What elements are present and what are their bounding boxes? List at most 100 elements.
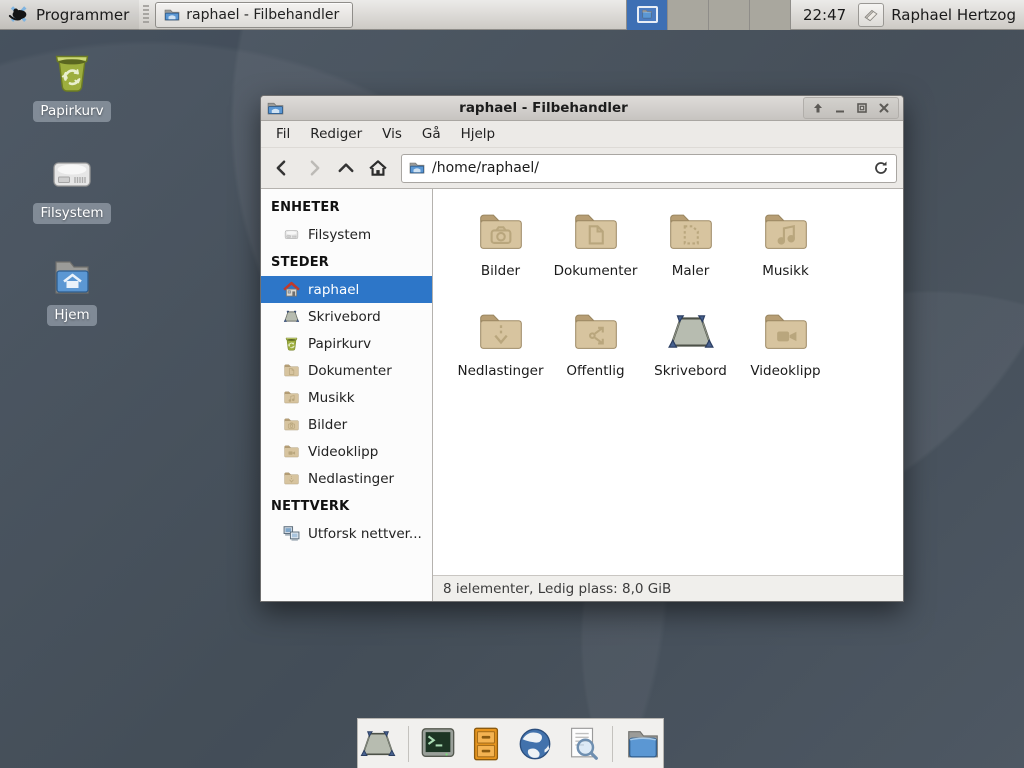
session-button-frame [858, 3, 884, 27]
sidebar-item-label: raphael [308, 282, 359, 298]
forward-button[interactable] [299, 153, 329, 183]
minimize-button[interactable] [830, 99, 850, 117]
file-manager-body: ENHETER Filsystem STEDER raphael Skrivebord P… [261, 188, 903, 601]
applications-menu-button[interactable]: Programmer [0, 0, 139, 30]
folder-templates-icon [666, 207, 716, 257]
reload-icon[interactable] [873, 160, 889, 176]
sidebar-item-nedlastinger[interactable]: Nedlastinger [261, 465, 432, 492]
sidebar-item-label: Musikk [308, 390, 355, 406]
maximize-button[interactable] [852, 99, 872, 117]
show-desktop-button[interactable] [358, 723, 399, 765]
sidebar-header: ENHETER [261, 193, 432, 221]
menu-hjelp[interactable]: Hjelp [452, 123, 505, 145]
workspace-2[interactable] [668, 0, 709, 30]
trash-icon [283, 335, 300, 352]
path-folder-icon [409, 160, 425, 176]
sidebar-item-filsystem[interactable]: Filsystem [261, 221, 432, 248]
file-item-musikk[interactable]: Musikk [738, 203, 833, 303]
window-folder-icon [267, 100, 284, 117]
desktop-icon-label: Papirkurv [33, 101, 110, 122]
network-icon [283, 525, 300, 542]
file-item-label: Offentlig [566, 363, 624, 379]
file-item-bilder[interactable]: Bilder [453, 203, 548, 303]
eraser-icon [862, 6, 880, 24]
back-button[interactable] [267, 153, 297, 183]
close-button[interactable] [874, 99, 894, 117]
home-house-icon [283, 281, 300, 298]
sidebar-item-videoklipp[interactable]: Videoklipp [261, 438, 432, 465]
desktop-icons: Papirkurv Filsystem Hjem [22, 48, 122, 326]
path-text[interactable]: /home/raphael/ [432, 160, 866, 176]
sidebar-item-label: Papirkurv [308, 336, 371, 352]
sidebar-item-skrivebord[interactable]: Skrivebord [261, 303, 432, 330]
drive-icon [48, 150, 96, 198]
sidebar-header: STEDER [261, 248, 432, 276]
status-text: 8 ielementer, Ledig plass: 8,0 GiB [443, 581, 671, 597]
sidebar-item-musikk[interactable]: Musikk [261, 384, 432, 411]
desktop-icon-papirkurv[interactable]: Papirkurv [22, 48, 122, 122]
folder-downloads-icon [476, 307, 526, 357]
folder-videos-icon [761, 307, 811, 357]
window-titlebar[interactable]: raphael - Filbehandler [261, 96, 903, 121]
sidebar-item-papirkurv[interactable]: Papirkurv [261, 330, 432, 357]
dock-separator [408, 726, 409, 762]
file-manager-launcher[interactable] [466, 723, 507, 765]
sidebar-item-label: Bilder [308, 417, 347, 433]
file-item-label: Videoklipp [750, 363, 820, 379]
doc-search-icon [564, 725, 602, 763]
user-session-button[interactable]: Raphael Hertzog [856, 0, 1024, 30]
folder-dock-icon [624, 725, 662, 763]
desktop-icon-hjem[interactable]: Hjem [22, 252, 122, 326]
file-manager-window: raphael - Filbehandler FilRedigerVisGåHj… [260, 95, 904, 602]
sidebar-item-label: Dokumenter [308, 363, 392, 379]
file-item-offentlig[interactable]: Offentlig [548, 303, 643, 403]
file-item-nedlastinger[interactable]: Nedlastinger [453, 303, 548, 403]
file-item-label: Maler [672, 263, 710, 279]
menu-fil[interactable]: Fil [267, 123, 299, 145]
file-item-dokumenter[interactable]: Dokumenter [548, 203, 643, 303]
desktop-icon-filsystem[interactable]: Filsystem [22, 150, 122, 224]
menu-bar: FilRedigerVisGåHjelp [261, 121, 903, 148]
path-bar[interactable]: /home/raphael/ [401, 154, 897, 183]
workspace-pager [626, 0, 791, 30]
sidebar-item-raphael[interactable]: raphael [261, 276, 432, 303]
file-item-label: Skrivebord [654, 363, 727, 379]
applications-menu-label: Programmer [36, 6, 129, 24]
workspace-4[interactable] [750, 0, 791, 30]
panel-clock[interactable]: 22:47 [791, 6, 856, 24]
workspace-3[interactable] [709, 0, 750, 30]
file-item-skrivebord[interactable]: Skrivebord [643, 303, 738, 403]
file-item-label: Musikk [762, 263, 809, 279]
sidebar-item-label: Videoklipp [308, 444, 378, 460]
sidebar-item-label: Utforsk nettver... [308, 526, 422, 542]
up-button[interactable] [331, 153, 361, 183]
folder-videos-icon [283, 443, 300, 460]
terminal-launcher[interactable] [418, 723, 459, 765]
cabinet-icon [467, 725, 505, 763]
taskbar-window-button[interactable]: raphael - Filbehandler [155, 2, 353, 28]
taskbar-window-label: raphael - Filbehandler [186, 7, 339, 23]
active-window-miniature [637, 6, 658, 23]
sidebar-item-bilder[interactable]: Bilder [261, 411, 432, 438]
sidebar-item-label: Nedlastinger [308, 471, 394, 487]
folder-launcher[interactable] [622, 723, 663, 765]
file-item-maler[interactable]: Maler [643, 203, 738, 303]
sidebar-item-label: Filsystem [308, 227, 371, 243]
dock-separator [612, 726, 613, 762]
folder-music-icon [283, 389, 300, 406]
file-item-videoklipp[interactable]: Videoklipp [738, 303, 833, 403]
shade-button[interactable] [808, 99, 828, 117]
menu-rediger[interactable]: Rediger [301, 123, 371, 145]
home-folder-icon [48, 252, 96, 300]
workspace-1[interactable] [627, 0, 668, 30]
sidebar-item-utforsk-nettver-[interactable]: Utforsk nettver... [261, 520, 432, 547]
folder-documents-icon [571, 207, 621, 257]
app-finder-launcher[interactable] [562, 723, 603, 765]
window-controls [803, 97, 899, 119]
home-button[interactable] [363, 153, 393, 183]
sidebar-item-dokumenter[interactable]: Dokumenter [261, 357, 432, 384]
web-browser-launcher[interactable] [514, 723, 555, 765]
menu-vis[interactable]: Vis [373, 123, 411, 145]
menu-gå[interactable]: Gå [413, 123, 450, 145]
sidebar-header: NETTVERK [261, 492, 432, 520]
